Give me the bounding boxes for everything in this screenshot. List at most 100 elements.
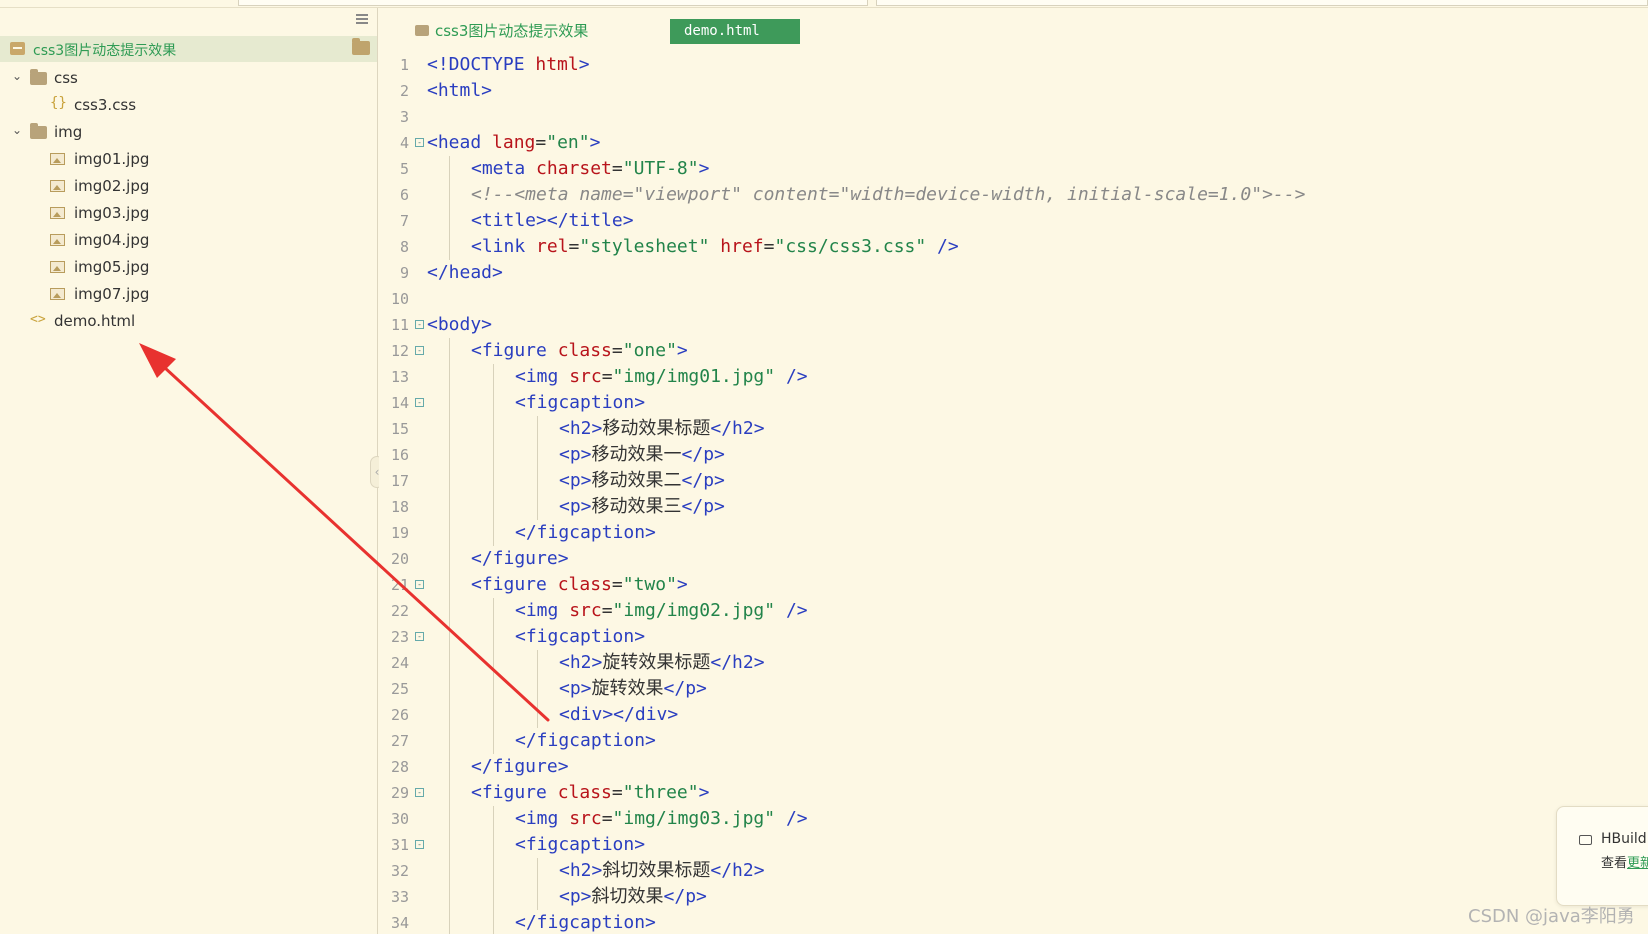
code-token: <html> — [427, 80, 493, 101]
code-token: </figure> — [471, 756, 569, 777]
code-line: 10 — [379, 286, 1648, 312]
tree-item-css[interactable]: ⌄ css — [0, 66, 377, 92]
line-number: 8 — [399, 238, 409, 256]
line-number: 29 — [390, 784, 409, 802]
code-line: 24 <h2>旋转效果标题</h2> — [379, 650, 1648, 676]
code-line: 9 </head> — [379, 260, 1648, 286]
line-number: 4 — [399, 134, 409, 152]
indent-guide — [493, 364, 494, 390]
tree-item-img02-jpg[interactable]: img02.jpg — [0, 174, 377, 200]
code-line: 17 <p>移动效果二</p> — [379, 468, 1648, 494]
fold-toggle-icon[interactable]: - — [415, 580, 424, 589]
search-field[interactable] — [876, 0, 1648, 6]
tree-item-img04-jpg[interactable]: img04.jpg — [0, 228, 377, 254]
code-token: <figure — [471, 574, 558, 595]
code-text: <head lang="en"> — [427, 130, 600, 156]
indent-guide — [449, 572, 450, 598]
code-text: </figcaption> — [515, 910, 656, 934]
code-token: <figcaption> — [515, 626, 646, 647]
tree-item-label: css — [54, 69, 78, 87]
line-number: 3 — [399, 108, 409, 126]
code-token: </p> — [663, 886, 707, 907]
tree-item-img07-jpg[interactable]: img07.jpg — [0, 282, 377, 308]
fold-toggle-icon[interactable]: - — [415, 138, 424, 147]
tree-item-img01-jpg[interactable]: img01.jpg — [0, 147, 377, 173]
fold-toggle-icon[interactable]: - — [415, 320, 424, 329]
code-token: <figcaption> — [515, 834, 646, 855]
chevron-down-icon[interactable]: ⌄ — [12, 123, 22, 137]
code-line: 14- <figcaption> — [379, 390, 1648, 416]
open-folder-icon[interactable] — [352, 38, 370, 55]
code-text: <!--<meta name="viewport" content="width… — [471, 182, 1305, 208]
indent-guide — [449, 494, 450, 520]
tree-item-img03-jpg[interactable]: img03.jpg — [0, 201, 377, 227]
indent-guide — [449, 416, 450, 442]
code-token: /> — [775, 808, 808, 829]
indent-guide — [493, 494, 494, 520]
code-text: <img src="img/img01.jpg" /> — [515, 364, 808, 390]
code-text: <p>移动效果二</p> — [559, 468, 725, 494]
code-text: </figcaption> — [515, 728, 656, 754]
tree-item-label: img02.jpg — [74, 177, 150, 195]
address-field[interactable] — [238, 0, 868, 6]
line-number: 24 — [390, 654, 409, 672]
code-token: href — [720, 236, 764, 257]
tree-item-img[interactable]: ⌄ img — [0, 120, 377, 146]
breadcrumb[interactable]: css3图片动态提示效果 — [435, 20, 588, 41]
code-text: <html> — [427, 78, 492, 104]
code-line: 33 <p>斜切效果</p> — [379, 884, 1648, 910]
tab-demo-html[interactable]: demo.html — [670, 19, 800, 44]
tree-item-label: img01.jpg — [74, 150, 150, 168]
line-number: 20 — [390, 550, 409, 568]
line-number: 31 — [390, 836, 409, 854]
code-token: = — [601, 600, 613, 621]
fold-toggle-icon[interactable]: - — [415, 840, 424, 849]
tree-item-img05-jpg[interactable]: img05.jpg — [0, 255, 377, 281]
indent-guide — [449, 780, 450, 806]
indent-guide — [537, 442, 538, 468]
fold-toggle-icon[interactable]: - — [415, 346, 424, 355]
code-line: 27 </figcaption> — [379, 728, 1648, 754]
line-number: 7 — [399, 212, 409, 230]
indent-guide — [449, 182, 450, 208]
code-text: <meta charset="UTF-8"> — [471, 156, 709, 182]
code-token: <link — [471, 236, 537, 257]
code-token: = — [568, 236, 580, 257]
code-text: <img src="img/img02.jpg" /> — [515, 598, 808, 624]
fold-toggle-icon[interactable]: - — [415, 398, 424, 407]
code-line: 29- <figure class="three"> — [379, 780, 1648, 806]
code-token: > — [676, 574, 688, 595]
fold-toggle-icon[interactable]: - — [415, 788, 424, 797]
update-link[interactable]: 更新 — [1627, 856, 1648, 871]
code-line: 31- <figcaption> — [379, 832, 1648, 858]
line-number: 28 — [390, 758, 409, 776]
folder-icon — [30, 69, 47, 85]
project-name: css3图片动态提示效果 — [33, 43, 177, 59]
code-token: <body> — [427, 314, 493, 335]
update-notification[interactable]: HBuild 查看更新 — [1556, 806, 1648, 906]
code-token: <h2> — [559, 860, 603, 881]
code-line: 34 </figcaption> — [379, 910, 1648, 934]
code-token: "en" — [546, 132, 590, 153]
line-number: 27 — [390, 732, 409, 750]
code-text: <title></title> — [471, 208, 634, 234]
html-file-icon: <> — [30, 312, 46, 327]
fold-toggle-icon[interactable]: - — [415, 632, 424, 641]
image-file-icon — [50, 261, 65, 273]
code-editor[interactable]: css3图片动态提示效果 demo.html 1 <!DOCTYPE html> 2… — [379, 8, 1648, 934]
tree-item-demo-html[interactable]: <> demo.html — [0, 309, 377, 335]
code-token: <img — [515, 808, 570, 829]
code-text: <body> — [427, 312, 492, 338]
chevron-down-icon[interactable]: ⌄ — [12, 69, 22, 83]
tree-item-css3-css[interactable]: {} css3.css — [0, 93, 377, 119]
code-token: <p> — [559, 886, 592, 907]
indent-guide — [493, 650, 494, 676]
project-root[interactable]: css3图片动态提示效果 — [0, 36, 377, 62]
indent-guide — [449, 364, 450, 390]
code-token: class — [557, 340, 612, 361]
indent-guide — [449, 728, 450, 754]
indent-guide — [493, 520, 494, 546]
code-line: 16 <p>移动效果一</p> — [379, 442, 1648, 468]
line-number: 26 — [390, 706, 409, 724]
menu-icon[interactable] — [356, 14, 368, 24]
